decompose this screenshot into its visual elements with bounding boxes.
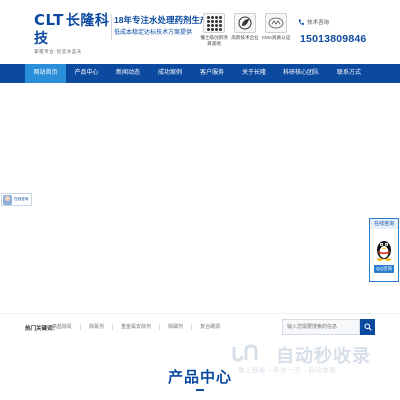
nav-item-team[interactable]: 科研核心团队: [275, 64, 327, 83]
qq-penguin-icon[interactable]: [375, 237, 393, 261]
nav-item-home[interactable]: 网站首页: [25, 64, 66, 83]
slogan-sub: 低成本稳定达标技术方案提供: [114, 30, 193, 36]
search-input[interactable]: [282, 319, 360, 335]
nav-list: 网站首页 产品中心 新闻动态 成功案例 客户服务 关于长隆 科研核心团队 联系方…: [25, 64, 375, 83]
nav-item-contact[interactable]: 联系方式: [327, 64, 371, 83]
section-title: 产品中心: [167, 369, 232, 386]
main-nav: 网站首页 产品中心 新闻动态 成功案例 客户服务 关于长隆 科研核心团队 联系方…: [0, 64, 400, 83]
qq-box-title: 在线咨询: [370, 219, 398, 229]
hot-keyword-link[interactable]: 除氟剂: [89, 324, 114, 330]
slogan-main: 18年专注水处理药剂生产: [114, 15, 209, 25]
leaf-icon: [234, 13, 256, 33]
nav-item-service[interactable]: 客户服务: [191, 64, 233, 83]
logo-wordmark: CLT 长隆科技: [34, 12, 112, 48]
hot-keyword-link[interactable]: 重金属去除剂: [121, 324, 161, 330]
hot-keyword-link[interactable]: 复合碳源: [200, 324, 228, 330]
contact-phone[interactable]: 15013809846: [300, 33, 388, 45]
logo-latin: CLT: [34, 11, 64, 29]
header-divider: [111, 14, 112, 40]
site-logo[interactable]: CLT 长隆科技 掌握专业·创造水蓝天: [34, 12, 112, 55]
site-header: CLT 长隆科技 掌握专业·创造水蓝天 18年专注水处理药剂生产 低成本稳定达标技…: [0, 0, 400, 64]
float-consult-label: 在线咨询: [14, 197, 29, 201]
search-icon: [364, 318, 372, 336]
hot-keyword-link[interactable]: 除磷剂: [168, 324, 193, 330]
nav-item-news[interactable]: 新闻动态: [107, 64, 149, 83]
float-consult-left[interactable]: 在线咨询: [1, 193, 32, 206]
hot-keyword-link[interactable]: 高盐除氮: [52, 324, 82, 330]
header-contact: 技术咨询 15013809846: [298, 13, 388, 45]
search-button[interactable]: [360, 319, 375, 335]
hero-banner: [0, 83, 400, 313]
avatar: [3, 194, 12, 205]
site-search: [282, 319, 375, 335]
nav-item-about[interactable]: 关于长隆: [233, 64, 275, 83]
contact-label: 技术咨询: [307, 20, 330, 26]
cma-icon: [265, 13, 287, 33]
nav-item-products[interactable]: 产品中心: [66, 64, 107, 83]
logo-tagline: 掌握专业·创造水蓝天: [34, 49, 82, 54]
hot-keywords-bar: 热门关键词： 高盐除氮 除氟剂 重金属去除剂 除磷剂 复合碳源: [0, 313, 400, 341]
header-slogan: 18年专注水处理药剂生产 低成本稳定达标技术方案提供: [114, 15, 209, 36]
phone-icon: [298, 13, 304, 31]
qq-consult-box: 在线咨询 QQ咨询: [369, 218, 399, 282]
hot-keywords-list: 高盐除氮 除氟剂 重金属去除剂 除磷剂 复合碳源: [52, 324, 236, 330]
cert-cma: CMA资质认证: [258, 13, 294, 41]
section-underline: [196, 389, 204, 391]
cert-label: CMA资质认证: [261, 35, 291, 40]
grid-icon: [203, 13, 225, 33]
qq-consult-button[interactable]: QQ咨询: [373, 265, 394, 273]
nav-item-cases[interactable]: 成功案例: [149, 64, 191, 83]
watermark-logo: [232, 344, 258, 362]
